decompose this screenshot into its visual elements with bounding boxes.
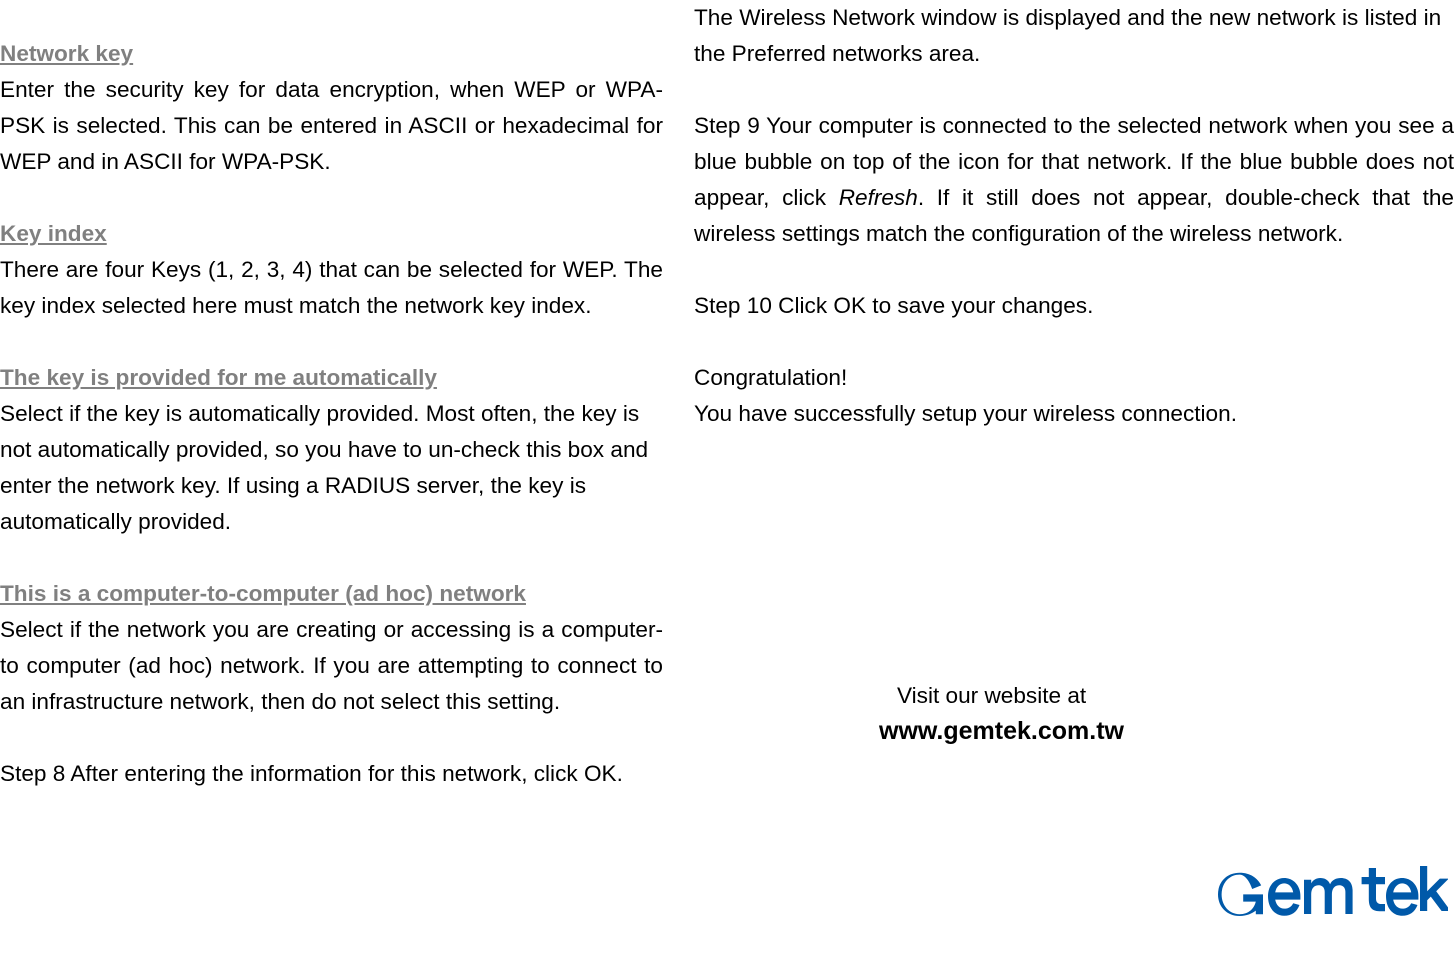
para-key-index: There are four Keys (1, 2, 3, 4) that ca… — [0, 252, 663, 324]
heading-key-index: Key index — [0, 216, 663, 252]
para-adhoc: Select if the network you are creating o… — [0, 612, 663, 720]
footer-block: Visit our website at www.gemtek.com.tw — [897, 678, 1124, 748]
para-preferred: The Wireless Network window is displayed… — [694, 0, 1454, 72]
para-auto-key: Select if the key is automatically provi… — [0, 396, 663, 540]
page: { "left": { "h_network_key": "Network ke… — [0, 0, 1454, 959]
step8: Step 8 After entering the information fo… — [0, 756, 663, 792]
website-url: www.gemtek.com.tw — [879, 714, 1124, 748]
right-column: The Wireless Network window is displayed… — [694, 0, 1454, 432]
visit-text: Visit our website at — [897, 678, 1124, 714]
left-column: Network key Enter the security key for d… — [0, 0, 663, 792]
congratulation: Congratulation! — [694, 360, 1454, 396]
step9-refresh-word: Refresh — [839, 185, 918, 210]
para-network-key: Enter the security key for data encrypti… — [0, 72, 663, 180]
step9: Step 9 Your computer is connected to the… — [694, 108, 1454, 252]
gemtek-logo — [1218, 862, 1448, 924]
heading-network-key: Network key — [0, 36, 663, 72]
heading-auto-key: The key is provided for me automatically — [0, 360, 663, 396]
heading-adhoc: This is a computer-to-computer (ad hoc) … — [0, 576, 663, 612]
success-text: You have successfully setup your wireles… — [694, 396, 1454, 432]
step10: Step 10 Click OK to save your changes. — [694, 288, 1454, 324]
